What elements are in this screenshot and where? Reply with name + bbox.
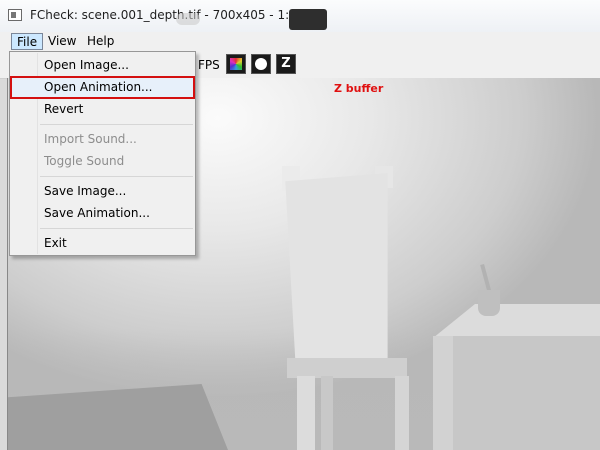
depth-chair-back [285, 173, 388, 378]
title-bar: FCheck: scene.001_depth.tif - 700x405 - … [0, 0, 600, 33]
depth-box-top [433, 304, 600, 338]
z-buffer-icon[interactable]: Z [276, 54, 296, 74]
depth-chair-leg [297, 376, 315, 450]
depth-box-side [433, 336, 453, 450]
menu-item-save-image[interactable]: Save Image... [44, 181, 126, 201]
alpha-channel-icon[interactable] [251, 54, 271, 74]
menu-item-exit[interactable]: Exit [44, 233, 67, 253]
menu-separator [40, 228, 193, 229]
title-bar-glow [176, 13, 200, 25]
rgb-channels-icon[interactable] [226, 54, 246, 74]
menu-help[interactable]: Help [82, 33, 119, 50]
depth-cup [478, 290, 500, 316]
depth-chair-leg [395, 376, 409, 450]
menu-item-open-image[interactable]: Open Image... [44, 55, 129, 75]
menu-separator [40, 124, 193, 125]
menu-separator [40, 176, 193, 177]
depth-chair-leg [321, 376, 333, 450]
menu-bar: File View Help [0, 32, 600, 51]
menu-view[interactable]: View [43, 33, 81, 50]
menu-item-revert[interactable]: Revert [44, 99, 83, 119]
file-dropdown-menu: Open Image... Open Animation... Revert I… [9, 51, 196, 256]
menu-item-toggle-sound: Toggle Sound [44, 154, 125, 168]
window-title: FCheck: scene.001_depth.tif - 700x405 - … [30, 8, 297, 22]
z-buffer-label: Z buffer [334, 82, 384, 95]
app-window-icon[interactable] [8, 9, 22, 21]
menu-item-open-animation[interactable]: Open Animation... [44, 77, 153, 97]
title-bar-dark-patch [289, 9, 327, 30]
menu-file[interactable]: File [11, 33, 44, 50]
depth-chair-seat [287, 358, 407, 378]
menu-item-import-sound: Import Sound... [44, 132, 137, 146]
fps-label: FPS [198, 58, 220, 72]
menu-item-save-animation[interactable]: Save Animation... [44, 203, 150, 223]
depth-box-front [433, 336, 600, 450]
